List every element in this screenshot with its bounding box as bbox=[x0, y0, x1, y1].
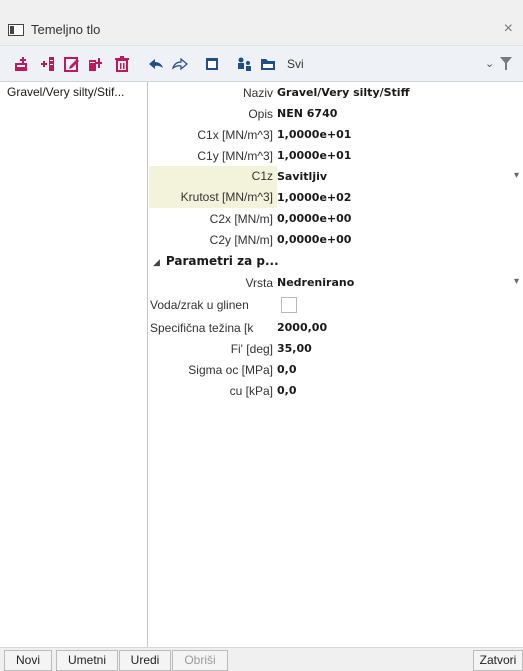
close-dialog-button[interactable]: Zatvori bbox=[473, 650, 523, 671]
delete-button[interactable]: Obriši bbox=[172, 650, 228, 671]
delete-icon[interactable] bbox=[113, 53, 131, 75]
property-label: C2y [MN/m] bbox=[209, 232, 273, 247]
property-label: Sigma oc [MPa] bbox=[188, 362, 273, 377]
property-label: Vrsta bbox=[245, 275, 273, 290]
property-grid: Naziv Gravel/Very silty/Stiff Opis NEN 674… bbox=[149, 82, 523, 647]
edit-icon[interactable] bbox=[63, 53, 81, 75]
list-item[interactable]: Gravel/Very silty/Stif... bbox=[0, 82, 147, 102]
property-row-cu[interactable]: cu [kPa] 0,0 bbox=[149, 380, 523, 401]
property-label: C2x [MN/m] bbox=[209, 211, 273, 226]
window-icon bbox=[8, 23, 24, 36]
property-value[interactable]: 1,0000e+01 bbox=[277, 128, 351, 141]
copy-icon[interactable] bbox=[87, 53, 105, 75]
property-row-c1x[interactable]: C1x [MN/m^3] 1,0000e+01 bbox=[149, 124, 523, 145]
collapse-triangle-icon[interactable]: ◢ bbox=[153, 258, 160, 268]
section-header[interactable]: ◢ Parametri za p... bbox=[149, 250, 523, 272]
title-bar: Temeljno tlo × bbox=[0, 14, 523, 46]
property-label: Opis bbox=[248, 106, 273, 121]
property-label: Voda/zrak u glinen bbox=[150, 298, 249, 312]
property-row-specificna-tezina[interactable]: Specifična težina [k 2000,00 bbox=[149, 317, 523, 338]
property-row-fi[interactable]: Fi' [deg] 35,00 bbox=[149, 338, 523, 359]
property-value[interactable]: Savitljiv bbox=[277, 170, 327, 183]
window-title: Temeljno tlo bbox=[31, 22, 101, 37]
property-row-c1y[interactable]: C1y [MN/m^3] 1,0000e+01 bbox=[149, 145, 523, 166]
section-label: Parametri za p... bbox=[165, 254, 279, 268]
new-button[interactable]: Novi bbox=[4, 650, 52, 671]
edit-button[interactable]: Uredi bbox=[119, 650, 171, 671]
users-icon[interactable] bbox=[235, 53, 253, 75]
toolbar: Svi ⌄ bbox=[0, 46, 523, 82]
property-label: Krutost [MN/m^3] bbox=[149, 187, 277, 208]
property-label: Specifična težina [k bbox=[150, 320, 254, 335]
property-row-voda[interactable]: Voda/zrak u glinen bbox=[149, 293, 523, 317]
close-button[interactable]: × bbox=[504, 21, 513, 37]
property-row-krutost[interactable]: Krutost [MN/m^3] 1,0000e+02 bbox=[149, 187, 523, 208]
property-row-c2y[interactable]: C2y [MN/m] 0,0000e+00 bbox=[149, 229, 523, 250]
property-value[interactable]: 0,0 bbox=[277, 363, 297, 376]
property-value[interactable]: Nedrenirano bbox=[277, 276, 354, 289]
background-window-strip bbox=[0, 0, 523, 14]
new-icon[interactable] bbox=[13, 53, 31, 75]
property-value[interactable]: 1,0000e+01 bbox=[277, 149, 351, 162]
dropdown-arrow-icon[interactable]: ▾ bbox=[514, 276, 519, 287]
filter-select[interactable]: Svi bbox=[287, 57, 467, 71]
property-row-c1z[interactable]: C1z Savitljiv ▾ bbox=[149, 166, 523, 187]
item-list: Gravel/Very silty/Stif... bbox=[0, 82, 148, 647]
property-label: C1y [MN/m^3] bbox=[197, 148, 273, 163]
insert-icon[interactable] bbox=[39, 53, 57, 75]
dropdown-arrow-icon[interactable]: ▾ bbox=[514, 170, 519, 181]
property-label: cu [kPa] bbox=[229, 383, 273, 398]
property-row-opis[interactable]: Opis NEN 6740 bbox=[149, 103, 523, 124]
property-row-vrsta[interactable]: Vrsta Nedrenirano ▾ bbox=[149, 272, 523, 293]
property-value[interactable]: 1,0000e+02 bbox=[277, 191, 351, 204]
property-value[interactable]: 35,00 bbox=[277, 342, 312, 355]
property-row-naziv[interactable]: Naziv Gravel/Very silty/Stiff bbox=[149, 82, 523, 103]
insert-button[interactable]: Umetni bbox=[56, 650, 118, 671]
property-value[interactable]: 0,0000e+00 bbox=[277, 212, 351, 225]
property-value[interactable]: 0,0000e+00 bbox=[277, 233, 351, 246]
button-bar: Novi Umetni Uredi Obriši Zatvori bbox=[0, 647, 523, 671]
voda-checkbox[interactable] bbox=[281, 297, 297, 313]
property-label: Naziv bbox=[242, 85, 273, 100]
chevron-down-icon[interactable]: ⌄ bbox=[485, 57, 494, 70]
property-value[interactable]: 0,0 bbox=[277, 384, 297, 397]
property-label: C1x [MN/m^3] bbox=[197, 127, 273, 142]
property-label: C1z bbox=[149, 166, 277, 187]
property-row-c2x[interactable]: C2x [MN/m] 0,0000e+00 bbox=[149, 208, 523, 229]
filter-icon[interactable] bbox=[500, 53, 513, 75]
property-value[interactable]: NEN 6740 bbox=[277, 107, 337, 120]
bin-icon[interactable] bbox=[203, 53, 221, 75]
property-value[interactable]: 2000,00 bbox=[277, 321, 327, 334]
property-value[interactable]: Gravel/Very silty/Stiff bbox=[277, 86, 410, 99]
property-label: Fi' [deg] bbox=[230, 341, 273, 356]
property-row-sigma-oc[interactable]: Sigma oc [MPa] 0,0 bbox=[149, 359, 523, 380]
background-decoration bbox=[340, 0, 430, 5]
undo-icon[interactable] bbox=[147, 53, 165, 75]
redo-icon[interactable] bbox=[171, 53, 189, 75]
save-icon[interactable] bbox=[259, 53, 277, 75]
